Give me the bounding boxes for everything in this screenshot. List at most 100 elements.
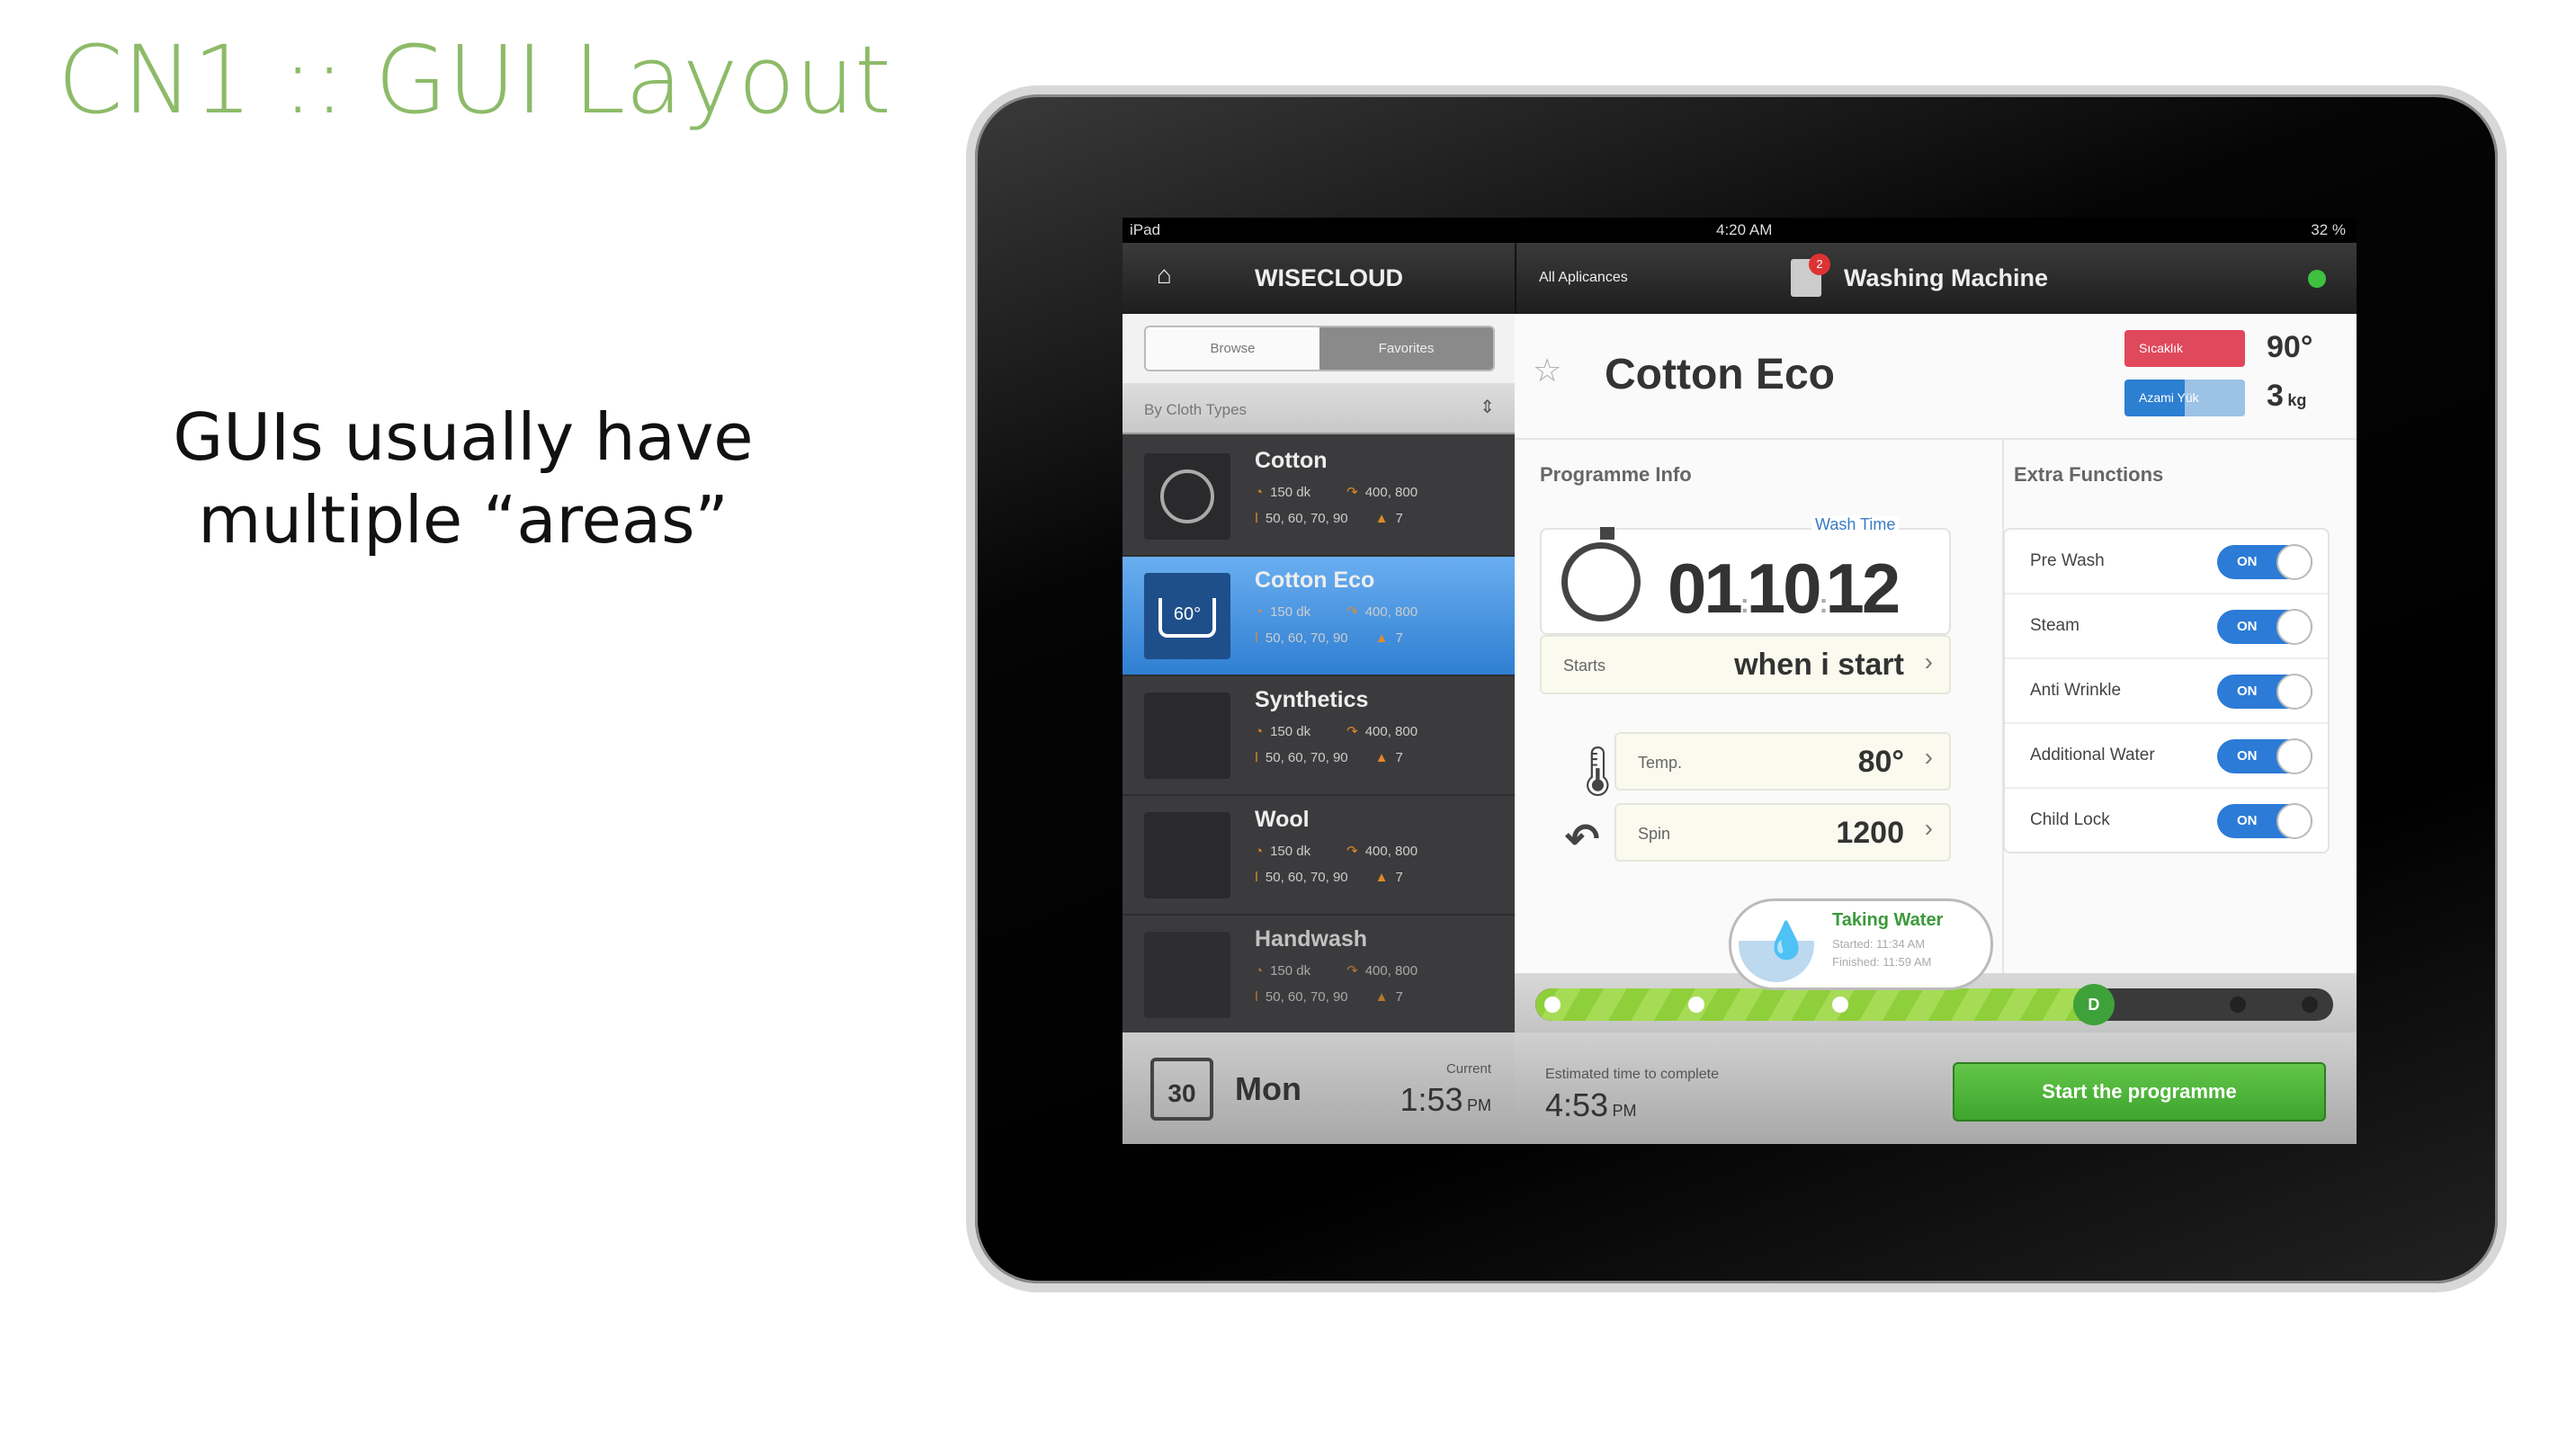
program-title: Cotton Eco — [1605, 351, 1835, 398]
program-name: Synthetics — [1255, 687, 1369, 712]
spin-arrow-icon: ↶ — [1565, 815, 1600, 862]
program-name: Wool — [1255, 807, 1310, 832]
date-footer: 30 Mon Current 1:53 PM — [1123, 1032, 1515, 1144]
clock-icon: ◔ — [1255, 963, 1264, 979]
estimate-label: Estimated time to complete — [1545, 1067, 1719, 1082]
step-marker[interactable] — [1544, 997, 1561, 1013]
starts-value: when i start — [1734, 648, 1904, 682]
step-marker[interactable] — [2302, 997, 2318, 1013]
sort-arrows-icon: ⇕ — [1480, 398, 1495, 417]
program-list-item[interactable]: Handwash ◔ 150 dk ↷ 400, 800 ǀ 50, 60, 70, 9… — [1123, 916, 1515, 1035]
status-bubble: 💧 Taking Water Started: 11:34 AM Finishe… — [1729, 898, 1993, 990]
temp-value: 80° — [1857, 745, 1904, 779]
current-time: 1:53 PM — [1400, 1081, 1491, 1118]
tab-browse[interactable]: Browse — [1146, 327, 1319, 370]
status-bar: iPad 4:20 AM 32 % — [1123, 218, 2357, 243]
body-line: multiple “areas” — [198, 482, 729, 558]
spin-icon: ↷ — [1346, 844, 1358, 859]
slide-body: GUIs usually have multiple “areas” — [135, 396, 792, 561]
programme-panel: ☆ Cotton Eco Sıcaklık Azami Yük 90° 3 kg… — [1515, 314, 2357, 1144]
home-icon[interactable]: ⌂ — [1157, 261, 1172, 290]
spin-icon: ↷ — [1346, 485, 1358, 500]
extra-functions-label: Extra Functions — [2014, 463, 2164, 486]
toggle-switch[interactable]: ON — [2217, 803, 2312, 839]
spin-speeds: 400, 800 — [1364, 963, 1418, 979]
segmented-control: Browse Favorites — [1144, 326, 1495, 371]
duration: 150 dk — [1270, 844, 1311, 859]
temp-row[interactable]: Temp. 80° › — [1614, 732, 1951, 791]
temperatures: 50, 60, 70, 90 — [1265, 511, 1348, 526]
extra-function-row: Pre Wash ON — [2005, 530, 2328, 594]
wash-time-value: 01:10:12 — [1668, 549, 1901, 628]
starts-label: Starts — [1563, 657, 1606, 675]
max-load: 7 — [1395, 989, 1403, 1005]
spin-label: Spin — [1638, 825, 1671, 843]
max-temp: 90° — [2267, 330, 2313, 364]
weight-icon: ▲ — [1374, 511, 1389, 526]
duration: 150 dk — [1270, 724, 1311, 739]
thermometer-icon: ǀ — [1255, 630, 1258, 646]
stopwatch-icon — [1561, 527, 1641, 621]
step-marker[interactable] — [1688, 997, 1704, 1013]
extra-function-row: Steam ON — [2005, 594, 2328, 659]
clock-icon: ◔ — [1255, 844, 1264, 859]
calendar-icon: 30 — [1150, 1058, 1213, 1121]
wash-time-card: Wash Time 01:10:12 — [1540, 515, 1951, 635]
status-dot — [2308, 270, 2326, 288]
spin-value: 1200 — [1836, 816, 1904, 850]
program-list-item[interactable]: Wool ◔ 150 dk ↷ 400, 800 ǀ 50, 60, 70, 90 ▲ 7 — [1123, 796, 1515, 916]
spin-speeds: 400, 800 — [1364, 844, 1418, 859]
favorite-star-icon[interactable]: ☆ — [1533, 352, 1561, 389]
max-load: 7 — [1395, 630, 1403, 646]
extra-function-label: Anti Wrinkle — [2030, 681, 2122, 700]
temperatures: 50, 60, 70, 90 — [1265, 630, 1348, 646]
clock-icon: ◔ — [1255, 724, 1264, 739]
toggle-switch[interactable]: ON — [2217, 738, 2312, 774]
progress-current-marker[interactable]: D — [2072, 984, 2115, 1025]
day-label: Mon — [1235, 1070, 1301, 1107]
bubble-title: Taking Water — [1832, 910, 1944, 930]
weight-icon: ▲ — [1374, 989, 1389, 1005]
water-drop-icon: 💧 — [1739, 907, 1814, 982]
slide-title: CN1 :: GUI Layout — [58, 25, 891, 135]
wash-symbol-icon — [1144, 693, 1230, 779]
wash-symbol-icon — [1144, 453, 1230, 540]
step-marker[interactable] — [1832, 997, 1848, 1013]
toggle-switch[interactable]: ON — [2217, 544, 2312, 580]
tab-favorites[interactable]: Favorites — [1319, 327, 1493, 370]
wash-symbol-icon: 60° — [1144, 573, 1230, 659]
spin-icon: ↷ — [1346, 604, 1358, 620]
max-load: 3 kg — [2267, 379, 2307, 413]
program-name: Cotton Eco — [1255, 568, 1375, 593]
carrier: iPad — [1130, 221, 1161, 238]
step-marker[interactable] — [2230, 997, 2246, 1013]
extra-function-row: Additional Water ON — [2005, 724, 2328, 789]
clock-icon: ◔ — [1255, 604, 1264, 620]
programme-info-label: Programme Info — [1540, 463, 1692, 486]
temperature-badge: Sıcaklık — [2124, 330, 2245, 367]
toggle-switch[interactable]: ON — [2217, 609, 2312, 645]
extra-function-label: Steam — [2030, 616, 2080, 635]
program-list-item[interactable]: 60° Cotton Eco ◔ 150 dk ↷ 400, 800 ǀ 50, 60,… — [1123, 557, 1515, 676]
toggle-switch[interactable]: ON — [2217, 674, 2312, 710]
temp-label: Temp. — [1638, 754, 1683, 772]
program-list-item[interactable]: Synthetics ◔ 150 dk ↷ 400, 800 ǀ 50, 60, 70,… — [1123, 676, 1515, 796]
back-button[interactable]: All Aplicances — [1539, 270, 1628, 286]
duration: 150 dk — [1270, 485, 1311, 500]
start-programme-button[interactable]: Start the programme — [1953, 1062, 2326, 1122]
wash-symbol-icon — [1144, 812, 1230, 898]
chevron-right-icon: › — [1924, 743, 1933, 771]
extra-function-row: Child Lock ON — [2005, 789, 2328, 854]
filter-select[interactable]: By Cloth Types ⇕ — [1123, 383, 1515, 434]
notification-badge: 2 — [1809, 254, 1830, 275]
sidebar: Browse Favorites By Cloth Types ⇕ Cotton… — [1123, 314, 1515, 1144]
extra-function-label: Additional Water — [2030, 746, 2155, 764]
bubble-finished: Finished: 11:59 AM — [1832, 955, 1932, 969]
temperatures: 50, 60, 70, 90 — [1265, 870, 1348, 885]
spin-row[interactable]: Spin 1200 › — [1614, 803, 1951, 862]
weight-icon: ▲ — [1374, 870, 1389, 885]
program-list-item[interactable]: Cotton ◔ 150 dk ↷ 400, 800 ǀ 50, 60, 70, 90 ▲… — [1123, 437, 1515, 557]
duration: 150 dk — [1270, 604, 1311, 620]
starts-row[interactable]: Starts when i start › — [1540, 635, 1951, 694]
nav-bar: ⌂ WISECLOUD All Aplicances 2 Washing Mac… — [1123, 243, 2357, 314]
